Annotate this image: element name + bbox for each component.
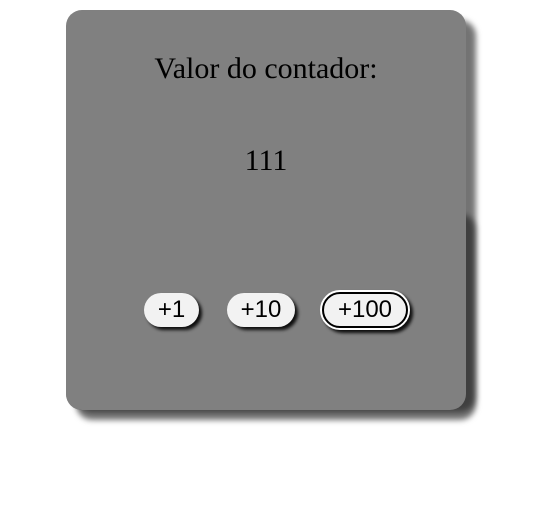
page: Valor do contador: 111 +1 +10 +100 [0,0,544,526]
counter-card: Valor do contador: 111 +1 +10 +100 [66,10,466,410]
counter-label: Valor do contador: [154,52,378,85]
increment-1-button[interactable]: +1 [144,293,199,327]
counter-value: 111 [244,144,288,177]
increment-10-button[interactable]: +10 [227,293,295,327]
increment-100-button[interactable]: +100 [320,290,410,330]
